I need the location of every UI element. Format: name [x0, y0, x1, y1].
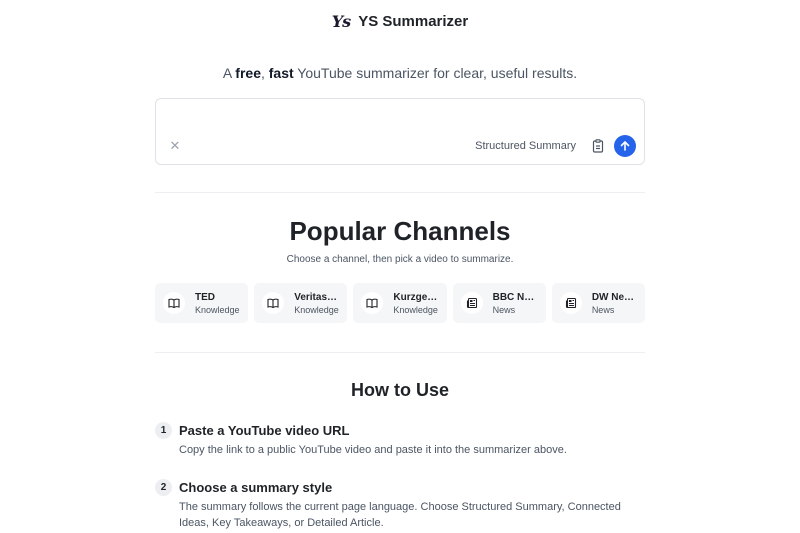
- channel-name: TED: [195, 291, 215, 303]
- submit-button[interactable]: [614, 135, 636, 157]
- divider: [155, 352, 645, 353]
- step-title: Paste a YouTube video URL: [179, 423, 350, 438]
- tagline-suffix: YouTube summarizer for clear, useful res…: [293, 65, 578, 81]
- app-header: Ys YS Summarizer: [0, 10, 800, 32]
- channel-name: BBC Ne…: [492, 291, 537, 303]
- channel-category: News: [591, 304, 615, 315]
- channel-name: Veritasi…: [294, 291, 339, 303]
- channel-card-kurzgesagt[interactable]: Kurzge… Knowledge: [353, 283, 447, 323]
- arrow-up-icon: [620, 141, 630, 151]
- channel-category: News: [492, 304, 516, 315]
- book-icon: [163, 292, 185, 314]
- popular-channels-title: Popular Channels: [289, 216, 511, 246]
- step-number: 2: [155, 479, 172, 496]
- channel-category: Knowledge: [393, 304, 438, 315]
- channel-category: Knowledge: [195, 304, 240, 315]
- newspaper-icon: [559, 292, 582, 314]
- tagline-prefix: A: [222, 65, 236, 81]
- book-icon: [361, 292, 384, 314]
- channel-card-veritasium[interactable]: Veritasi… Knowledge: [254, 283, 348, 323]
- step-number: 1: [155, 422, 172, 439]
- channel-name: Kurzge…: [393, 291, 438, 303]
- book-icon: [262, 292, 285, 314]
- summary-mode-selector[interactable]: Structured Summary: [475, 139, 576, 153]
- channel-card-dw-news[interactable]: DW News News: [551, 283, 646, 323]
- url-input-card: ✕ Structured Summary: [155, 98, 645, 165]
- how-to-use-title: How to Use: [350, 380, 449, 400]
- channel-category: Knowledge: [294, 304, 339, 315]
- step-title: Choose a summary style: [179, 480, 333, 495]
- tagline-free: free: [235, 65, 261, 81]
- step-description: Copy the link to a public YouTube video …: [179, 444, 567, 456]
- channel-list: TED Knowledge Veritasi… Knowledge Kurzge… K…: [155, 283, 646, 323]
- step-description: The summary follows the current page lan…: [179, 501, 621, 529]
- divider: [155, 192, 645, 193]
- tagline: A free, fast YouTube summarizer for clea…: [0, 65, 800, 81]
- close-icon[interactable]: ✕: [168, 139, 182, 153]
- newspaper-icon: [460, 292, 483, 314]
- brand-name[interactable]: YS Summarizer: [358, 13, 468, 30]
- channel-card-ted[interactable]: TED Knowledge: [155, 283, 249, 323]
- brand-logo[interactable]: Ys: [331, 12, 351, 31]
- url-input[interactable]: [168, 107, 634, 129]
- tagline-fast: fast: [268, 65, 294, 81]
- popular-channels-subtitle: Choose a channel, then pick a video to s…: [286, 254, 514, 265]
- channel-name: DW News: [591, 291, 636, 303]
- clipboard-icon[interactable]: [590, 138, 606, 154]
- tagline-comma: ,: [260, 65, 269, 81]
- channel-card-bbc-news[interactable]: BBC Ne… News: [452, 283, 546, 323]
